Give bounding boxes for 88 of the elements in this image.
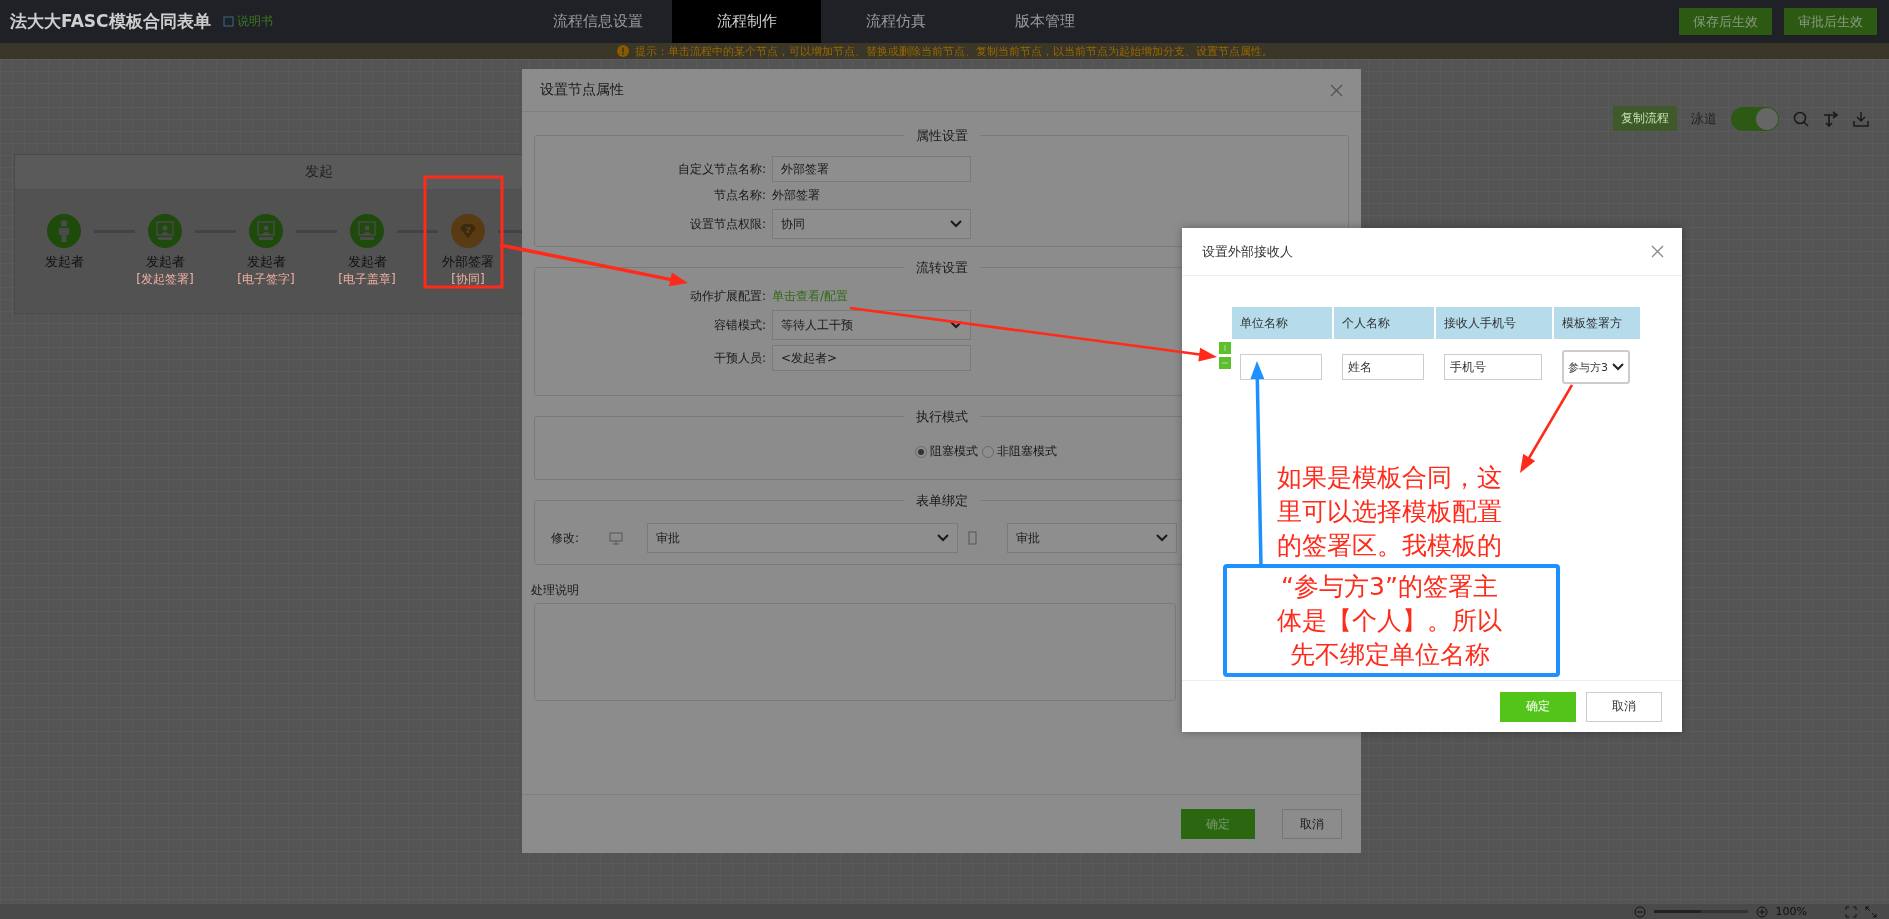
zoom-slider[interactable] [1653, 910, 1701, 913]
node-role: [发起签署] [136, 271, 194, 288]
notes-label: 处理说明 [531, 582, 579, 599]
section-title: 执行模式 [903, 409, 980, 424]
chevron-down-icon [937, 534, 950, 542]
select-field[interactable]: 协同 [772, 209, 971, 239]
user-screen-icon [257, 221, 275, 241]
field-label: 修改: [551, 529, 580, 547]
chevron-down-icon [950, 220, 962, 228]
phone-icon [968, 531, 978, 545]
fit-screen-icon[interactable] [1845, 905, 1857, 918]
field-label: 容错模式: [713, 316, 766, 334]
chevron-down-icon [1156, 534, 1169, 542]
publish-button[interactable]: 审批后生效 [1784, 8, 1877, 35]
node-role: [协同] [451, 271, 485, 288]
flow-node[interactable] [451, 214, 485, 248]
text-field[interactable]: 手机号 [1444, 354, 1542, 380]
lane-toggle[interactable] [1731, 106, 1779, 131]
annotation-text: “参与方3”的签署主体是【个人】。所以先不绑定单位名称 [1276, 570, 1503, 671]
hint-text: 提示：单击流程中的某个节点，可以增加节点、替换或删除当前节点、复制当前节点，以当前节点为起始增加分支、设置节点属性。 [634, 43, 1273, 59]
radio-option[interactable]: 非阻塞模式 [981, 443, 1057, 460]
select-field[interactable]: 参与方3 [1562, 350, 1630, 384]
dialog-title: 设置外部接收人 [1202, 242, 1293, 261]
field-label: 自定义节点名称: [677, 160, 766, 178]
cancel-button[interactable]: 取消 [1586, 691, 1662, 722]
field-label: 动作扩展配置: [689, 288, 766, 305]
radio-button[interactable] [914, 445, 927, 458]
radio-option[interactable]: 阻塞模式 [914, 443, 978, 460]
user-screen-icon [358, 221, 376, 241]
flow-node[interactable] [249, 214, 283, 248]
search-icon[interactable] [1793, 110, 1809, 127]
zoom-reading: 100% [1775, 905, 1807, 918]
manual-link[interactable]: 说明书 [222, 13, 273, 30]
nav-tab[interactable]: 流程制作 [672, 0, 821, 43]
person-icon [58, 220, 70, 242]
publish-button[interactable]: 保存后生效 [1679, 8, 1772, 35]
section-title: 流转设置 [903, 260, 980, 275]
expand-icon[interactable] [1865, 905, 1877, 918]
annotation-text: 如果是模板合同，这里可以选择模板配置的签署区。我模板的 [1275, 462, 1503, 562]
app-title: 法大大FASC模板合同表单 [10, 10, 211, 33]
cancel-button[interactable]: 取消 [1282, 809, 1342, 839]
node-role: [电子盖章] [338, 271, 396, 288]
text-field[interactable]: 外部签署 [772, 156, 971, 182]
text-field[interactable]: 姓名 [1342, 354, 1424, 380]
node-name: 发起者 [145, 253, 185, 271]
field-label: 节点名称: [713, 187, 766, 204]
text-field[interactable] [1240, 354, 1322, 380]
lane-title: 发起 [305, 163, 333, 181]
text-field[interactable]: <发起者> [772, 345, 971, 371]
node-name: 外部签署 [442, 253, 494, 271]
flow-node[interactable] [350, 214, 384, 248]
select-field[interactable]: 审批 [647, 523, 959, 553]
nav-tab[interactable]: 流程仿真 [821, 0, 970, 43]
user-screen-icon [156, 221, 174, 241]
copy-flow-button[interactable]: 复制流程 [1613, 106, 1677, 131]
diamond-icon [459, 223, 477, 239]
close-icon[interactable] [1330, 83, 1343, 97]
add-row-icon[interactable] [1219, 342, 1231, 354]
branch-icon[interactable] [1823, 110, 1839, 127]
column-header: 单位名称 [1232, 307, 1332, 339]
column-header: 接收人手机号 [1436, 307, 1552, 339]
select-field[interactable]: 审批 [1007, 523, 1178, 553]
field-label: 设置节点权限: [689, 215, 766, 233]
monitor-icon [609, 531, 624, 545]
node-name: 发起者 [44, 253, 84, 271]
zoom-out-icon[interactable] [1633, 905, 1646, 918]
field-label: 干预人员: [713, 349, 766, 367]
radio-button[interactable] [981, 445, 994, 458]
download-icon[interactable] [1853, 110, 1869, 127]
nav-tab[interactable]: 流程信息设置 [523, 0, 672, 43]
close-icon[interactable] [1651, 245, 1664, 258]
node-role: [电子签字] [237, 271, 295, 288]
section-title: 属性设置 [903, 128, 980, 143]
nav-tab[interactable]: 版本管理 [970, 0, 1119, 43]
node-name: 发起者 [347, 253, 387, 271]
dialog-title: 设置节点属性 [540, 81, 624, 99]
zoom-in-icon[interactable] [1755, 905, 1768, 918]
remove-row-icon[interactable] [1219, 357, 1231, 369]
flow-node[interactable] [148, 214, 182, 248]
select-field[interactable]: 等待人工干预 [772, 310, 971, 340]
flow-node[interactable] [47, 214, 81, 248]
column-header: 模板签署方 [1554, 307, 1640, 339]
node-name: 发起者 [246, 253, 286, 271]
chevron-down-icon [950, 321, 962, 329]
field-value: 外部签署 [772, 187, 821, 204]
column-header: 个人名称 [1334, 307, 1434, 339]
chevron-down-icon [1612, 363, 1624, 371]
section-title: 表单绑定 [903, 493, 980, 508]
